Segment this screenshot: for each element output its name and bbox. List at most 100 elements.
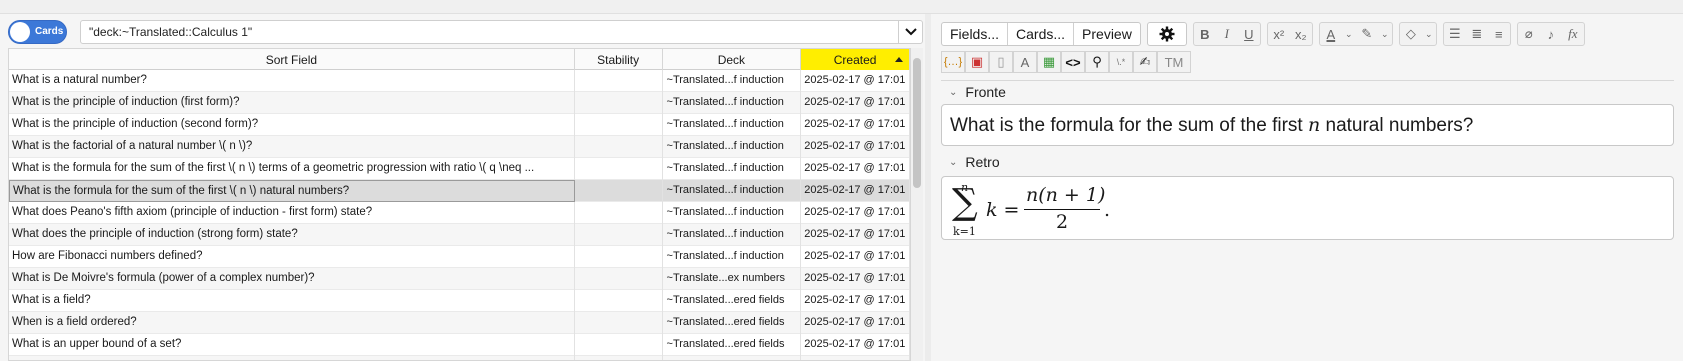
attachment-paperclip-icon[interactable]: ⌀ — [1518, 23, 1540, 45]
chevron-down-icon[interactable]: ⌄ — [1378, 23, 1392, 45]
column-header-deck[interactable]: Deck — [663, 49, 802, 70]
cell-sort-field: How are Fibonacci numbers defined? — [9, 246, 575, 268]
chevron-down-icon[interactable]: ⌄ — [1422, 23, 1436, 45]
table-row[interactable] — [9, 356, 910, 360]
cell-created: 2025-02-17 @ 17:01 — [801, 334, 910, 356]
image-occlusion-icon[interactable]: ▣ — [965, 51, 989, 73]
table-row[interactable]: How are Fibonacci numbers defined? ~Trans… — [9, 246, 910, 268]
sum-term: k = — [986, 199, 1020, 221]
microphone-icon[interactable]: ♪ — [1540, 23, 1562, 45]
eraser-icon[interactable]: ◇ — [1400, 23, 1422, 45]
scrollbar-thumb[interactable] — [913, 58, 921, 188]
highlight-pen-icon[interactable]: ✎ — [1356, 23, 1378, 45]
cell-stability — [575, 312, 663, 334]
cell-sort-field: What does Peano's fifth axiom (principle… — [9, 202, 575, 224]
tm-button[interactable]: TM — [1157, 51, 1191, 73]
front-field[interactable]: What is the formula for the sum of the f… — [941, 104, 1674, 146]
cell-stability — [575, 334, 663, 356]
cards-notes-toggle[interactable]: Cards — [8, 20, 67, 44]
cell-stability — [575, 158, 663, 180]
search-icon[interactable]: ⚲ — [1085, 51, 1109, 73]
function-fx-icon[interactable]: fx — [1562, 23, 1584, 45]
cell-stability — [575, 290, 663, 312]
cell-stability — [575, 114, 663, 136]
browser-pane: Cards "deck:~Translated::Calculus 1" Sor… — [0, 14, 925, 361]
table-row[interactable]: What is an upper bound of a set? ~Transla… — [9, 334, 910, 356]
color-group: A ⌄ ✎ ⌄ — [1318, 22, 1393, 46]
italic-button[interactable]: I — [1216, 23, 1238, 45]
column-header-stability[interactable]: Stability — [575, 49, 663, 70]
subscript-icon[interactable]: x₂ — [1290, 23, 1312, 45]
front-field-label[interactable]: ⌄ Fronte — [949, 84, 1006, 100]
align-icon[interactable]: ≡ — [1488, 23, 1510, 45]
table-row[interactable]: What is the factorial of a natural numbe… — [9, 136, 910, 158]
toggle-knob — [10, 22, 30, 42]
cell-created: 2025-02-17 @ 17:01 — [801, 202, 910, 224]
cell-deck: ~Translated...f induction — [663, 180, 802, 202]
image-icon[interactable]: ▦ — [1037, 51, 1061, 73]
chevron-down-icon[interactable]: ⌄ — [1342, 23, 1356, 45]
superscript-icon[interactable]: x² — [1268, 23, 1290, 45]
cell-deck: ~Translated...ered fields — [663, 312, 802, 334]
cloze-icon[interactable]: {…} — [941, 51, 965, 73]
table-row[interactable]: What is the formula for the sum of the f… — [9, 180, 910, 202]
editor-mode-buttons: Fields... Cards... Preview — [941, 22, 1141, 46]
font-button[interactable]: A — [1013, 51, 1037, 73]
cell-created: 2025-02-17 @ 17:01 — [801, 246, 910, 268]
editor-toolbar: Fields... Cards... Preview B I U x² x₂ A… — [941, 22, 1585, 46]
underline-button[interactable]: U — [1238, 23, 1260, 45]
column-header-created[interactable]: Created — [801, 49, 910, 70]
editor-toolbar-2: {…} ▣ ▯ A ▦ <> ⚲ \.* ✍ TM — [941, 50, 1191, 74]
text-color-button[interactable]: A — [1320, 23, 1342, 45]
table-row[interactable]: What is the principle of induction (firs… — [9, 92, 910, 114]
cell-created: 2025-02-17 @ 17:01 — [801, 136, 910, 158]
fraction-denominator: 2 — [1056, 211, 1069, 233]
collapse-chevron-icon[interactable]: ⌄ — [949, 157, 957, 168]
column-header-created-label: Created — [833, 52, 877, 67]
collapse-chevron-icon[interactable]: ⌄ — [949, 87, 957, 98]
chevron-down-icon — [904, 28, 917, 36]
cell-deck: ~Translated...ered fields — [663, 290, 802, 312]
table-body: What is a natural number? ~Translated...f… — [9, 70, 910, 360]
cell-stability — [575, 268, 663, 290]
html-editor-icon[interactable]: <> — [1061, 51, 1085, 73]
cell-stability — [575, 136, 663, 158]
cell-sort-field: What is a natural number? — [9, 70, 575, 92]
cell-created: 2025-02-17 @ 17:01 — [801, 92, 910, 114]
table-row[interactable]: What does the principle of induction (st… — [9, 224, 910, 246]
cell-stability — [575, 92, 663, 114]
cell-sort-field: When is a field ordered? — [9, 312, 575, 334]
cell-sort-field: What is an upper bound of a set? — [9, 334, 575, 356]
table-row[interactable]: When is a field ordered? ~Translated...er… — [9, 312, 910, 334]
bullet-list-icon[interactable]: ☰ — [1444, 23, 1466, 45]
back-field-name: Retro — [965, 154, 1000, 170]
settings-button[interactable] — [1146, 22, 1187, 46]
fields-button[interactable]: Fields... — [942, 23, 1009, 45]
table-header: Sort Field Stability Deck Created — [9, 49, 910, 70]
regex-icon[interactable]: \.* — [1109, 51, 1133, 73]
cell-sort-field — [9, 356, 575, 360]
toolbar-separator — [941, 80, 1674, 81]
window-top-strip — [0, 0, 1683, 14]
cell-sort-field: What is De Moivre's formula (power of a … — [9, 268, 575, 290]
html-file-icon[interactable]: ▯ — [989, 51, 1013, 73]
cards-button[interactable]: Cards... — [1008, 23, 1075, 45]
back-field-label[interactable]: ⌄ Retro — [949, 154, 1000, 170]
preview-button[interactable]: Preview — [1074, 23, 1140, 45]
column-header-sort-field[interactable]: Sort Field — [9, 49, 575, 70]
search-input[interactable]: "deck:~Translated::Calculus 1" — [80, 20, 923, 44]
table-row[interactable]: What is a field? ~Translated...ered field… — [9, 290, 910, 312]
numbered-list-icon[interactable]: ≣ — [1466, 23, 1488, 45]
table-row[interactable]: What is De Moivre's formula (power of a … — [9, 268, 910, 290]
bold-button[interactable]: B — [1194, 23, 1216, 45]
table-scrollbar[interactable] — [911, 48, 923, 361]
search-query: "deck:~Translated::Calculus 1" — [89, 25, 253, 39]
edit-form-icon[interactable]: ✍ — [1133, 51, 1157, 73]
table-row[interactable]: What is the formula for the sum of the f… — [9, 158, 910, 180]
table-row[interactable]: What does Peano's fifth axiom (principle… — [9, 202, 910, 224]
back-field[interactable]: n ∑ k=1 k = n(n + 1) 2 . — [941, 176, 1674, 240]
table-row[interactable]: What is a natural number? ~Translated...f… — [9, 70, 910, 92]
table-row[interactable]: What is the principle of induction (seco… — [9, 114, 910, 136]
search-history-dropdown[interactable] — [898, 21, 922, 43]
cell-deck: ~Translated...f induction — [663, 158, 802, 180]
